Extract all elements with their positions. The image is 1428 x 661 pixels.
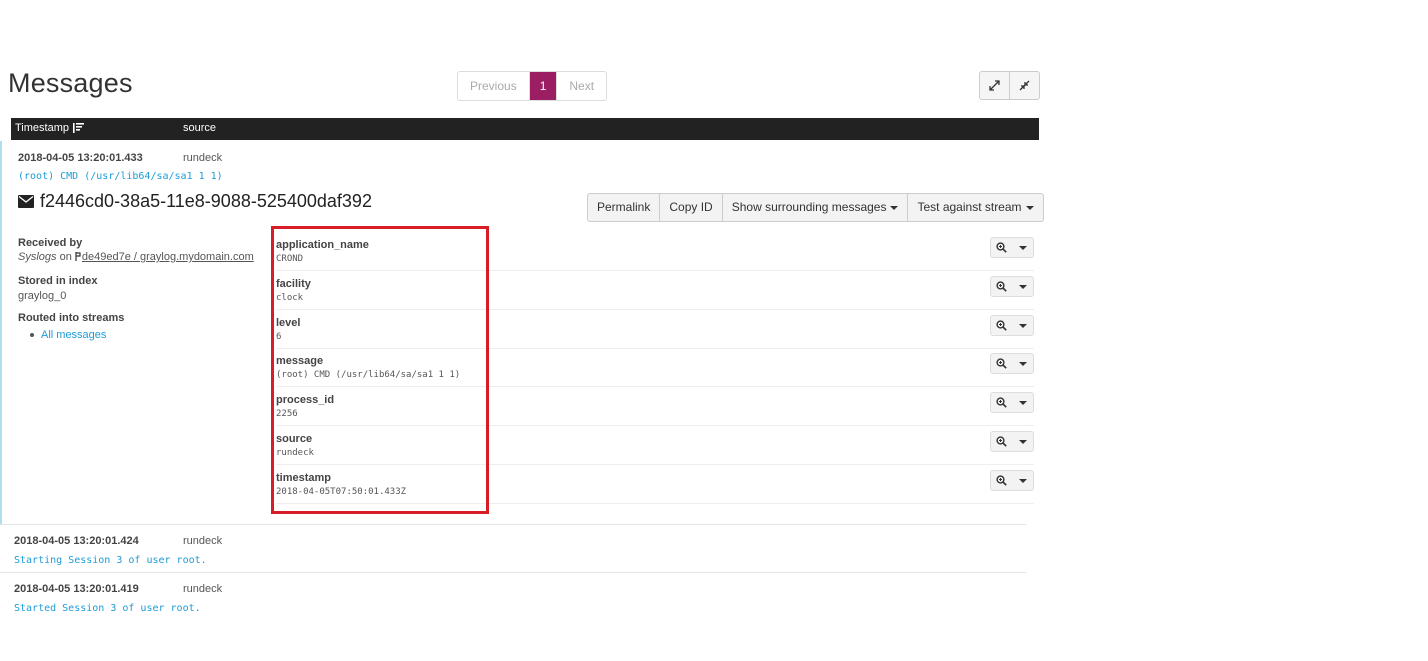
field-dropdown-button[interactable] [1012, 393, 1033, 412]
column-source[interactable]: source [183, 122, 216, 134]
highlight-box [271, 226, 489, 514]
permalink-button[interactable]: Permalink [588, 194, 659, 221]
node-icon [75, 252, 81, 261]
search-field-button[interactable] [991, 354, 1012, 373]
message-actions: Permalink Copy ID Show surrounding messa… [587, 193, 1044, 222]
row-message[interactable]: Starting Session 3 of user root. [14, 555, 207, 566]
caret-down-icon [1018, 323, 1027, 328]
zoom-in-icon [996, 436, 1007, 447]
received-by-label: Received by [18, 237, 83, 249]
input-name[interactable]: Syslogs [18, 251, 57, 263]
node-link[interactable]: de49ed7e / graylog.mydomain.com [82, 251, 254, 263]
view-size-controls [979, 71, 1040, 100]
expand-button[interactable] [980, 72, 1009, 99]
expand-icon [989, 80, 1000, 91]
expanded-row-indicator [0, 141, 2, 525]
zoom-in-icon [996, 242, 1007, 253]
field-dropdown-button[interactable] [1012, 354, 1033, 373]
stored-in-index-label: Stored in index [18, 275, 98, 287]
search-field-button[interactable] [991, 393, 1012, 412]
row-timestamp[interactable]: 2018-04-05 13:20:01.424 [14, 535, 139, 547]
message-id-heading: f2446cd0-38a5-11e8-9088-525400daf392 [18, 191, 372, 212]
column-timestamp-label: Timestamp [15, 122, 69, 134]
field-actions-button[interactable] [990, 315, 1034, 336]
field-actions-button[interactable] [990, 392, 1034, 413]
message-summary[interactable]: (root) CMD (/usr/lib64/sa/sa1 1 1) [18, 171, 223, 182]
zoom-in-icon [996, 475, 1007, 486]
received-by-value: Syslogs on de49ed7e / graylog.mydomain.c… [18, 251, 254, 263]
row-divider [0, 524, 1026, 525]
zoom-in-icon [996, 320, 1007, 331]
field-actions-button[interactable] [990, 431, 1034, 452]
caret-down-icon [1018, 439, 1027, 444]
field-dropdown-button[interactable] [1012, 432, 1033, 451]
stream-list-item: All messages [30, 329, 106, 341]
search-field-button[interactable] [991, 471, 1012, 490]
search-field-button[interactable] [991, 238, 1012, 257]
caret-down-icon [1018, 245, 1027, 250]
received-on-text: on [59, 251, 72, 263]
caret-down-icon [890, 205, 899, 210]
copy-id-button[interactable]: Copy ID [659, 194, 721, 221]
stored-in-index-value: graylog_0 [18, 290, 67, 302]
page-title: Messages [8, 68, 133, 98]
message-source: rundeck [183, 152, 223, 164]
caret-down-icon [1018, 400, 1027, 405]
caret-down-icon [1018, 478, 1027, 483]
search-field-button[interactable] [991, 432, 1012, 451]
pagination: Previous 1 Next [457, 71, 608, 101]
zoom-in-icon [996, 281, 1007, 292]
caret-down-icon [1018, 361, 1027, 366]
caret-down-icon [1018, 284, 1027, 289]
field-dropdown-button[interactable] [1012, 238, 1033, 257]
message-id: f2446cd0-38a5-11e8-9088-525400daf392 [40, 191, 372, 211]
stream-link-all-messages[interactable]: All messages [41, 329, 106, 341]
pagination-page-1[interactable]: 1 [529, 72, 557, 100]
field-actions-button[interactable] [990, 276, 1034, 297]
row-source: rundeck [183, 583, 223, 595]
bullet-icon [30, 333, 34, 338]
field-actions-button[interactable] [990, 237, 1034, 258]
compress-icon [1019, 80, 1030, 91]
field-dropdown-button[interactable] [1012, 277, 1033, 296]
message-timestamp[interactable]: 2018-04-05 13:20:01.433 [18, 152, 143, 164]
test-stream-button[interactable]: Test against stream [907, 194, 1042, 221]
routed-streams-label: Routed into streams [18, 312, 125, 324]
zoom-in-icon [996, 397, 1007, 408]
sort-amount-icon[interactable] [73, 123, 84, 133]
search-field-button[interactable] [991, 277, 1012, 296]
message-table-header: Timestamp source [11, 118, 1039, 140]
field-actions-button[interactable] [990, 470, 1034, 491]
pagination-next[interactable]: Next [556, 72, 606, 100]
show-surrounding-label: Show surrounding messages [731, 200, 887, 214]
row-message[interactable]: Started Session 3 of user root. [14, 603, 201, 614]
field-dropdown-button[interactable] [1012, 471, 1033, 490]
caret-down-icon [1025, 205, 1034, 210]
row-divider [0, 572, 1026, 573]
envelope-icon [18, 195, 34, 208]
search-field-button[interactable] [991, 316, 1012, 335]
test-stream-label: Test against stream [917, 200, 1022, 214]
row-source: rundeck [183, 535, 223, 547]
field-actions-button[interactable] [990, 353, 1034, 374]
field-dropdown-button[interactable] [1012, 316, 1033, 335]
compress-button[interactable] [1009, 72, 1039, 99]
zoom-in-icon [996, 358, 1007, 369]
pagination-previous[interactable]: Previous [458, 72, 530, 100]
column-timestamp[interactable]: Timestamp [15, 122, 84, 134]
show-surrounding-button[interactable]: Show surrounding messages [721, 194, 908, 221]
row-timestamp[interactable]: 2018-04-05 13:20:01.419 [14, 583, 139, 595]
